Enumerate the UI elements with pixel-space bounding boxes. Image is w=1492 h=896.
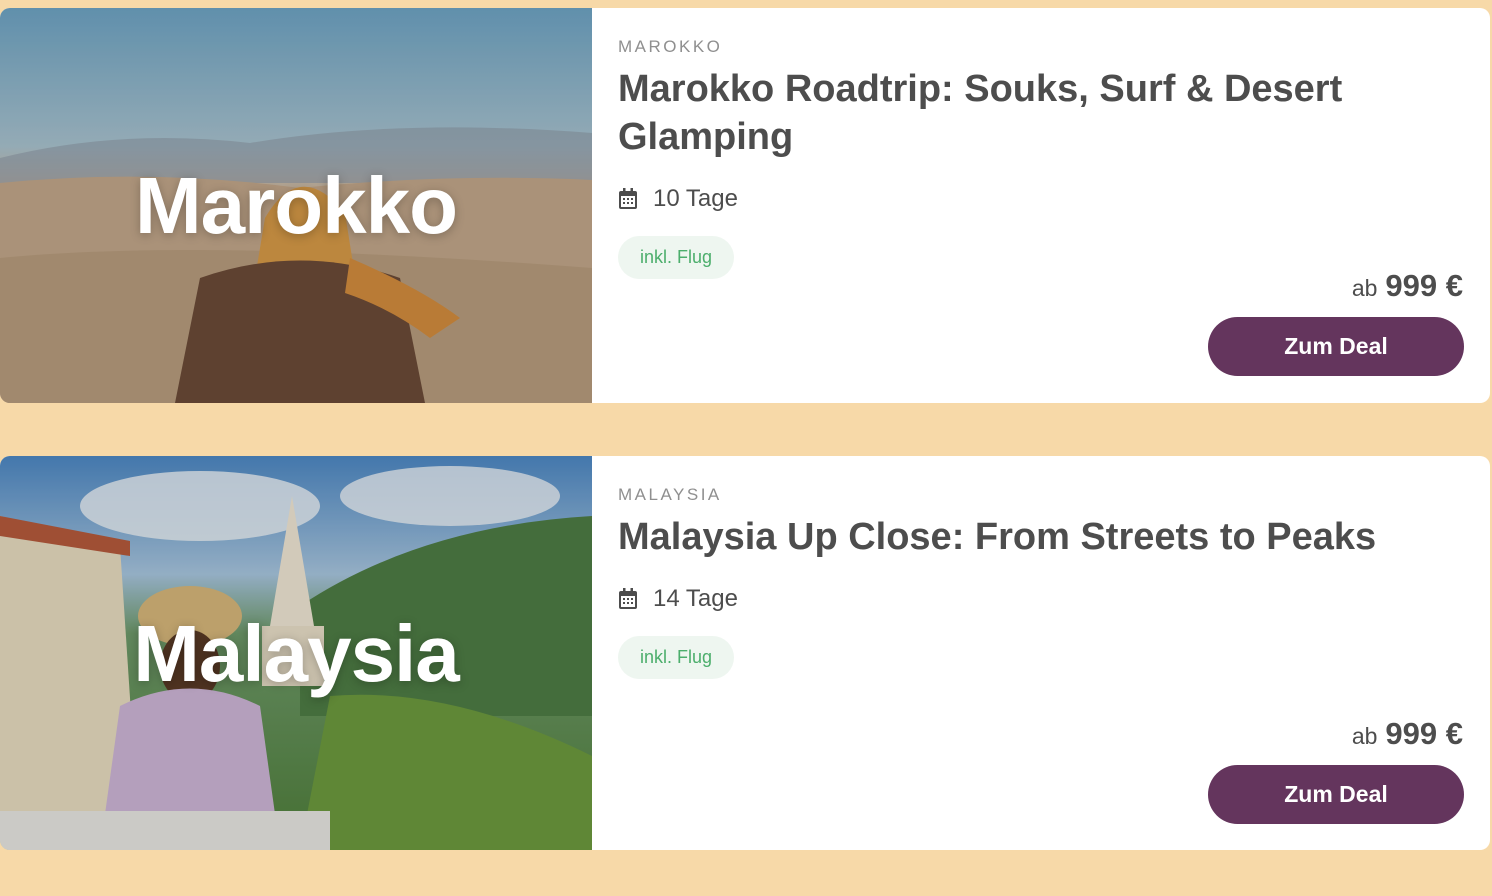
hero-destination-label: Marokko	[135, 161, 458, 250]
deal-button[interactable]: Zum Deal	[1208, 317, 1464, 376]
deal-card[interactable]: Marokko MAROKKO Marokko Roadtrip: Souks,…	[0, 8, 1490, 403]
deal-title[interactable]: Malaysia Up Close: From Streets to Peaks	[618, 513, 1438, 561]
calendar-icon	[619, 588, 637, 609]
deal-price: ab 999 €	[1352, 716, 1463, 752]
deal-button[interactable]: Zum Deal	[1208, 765, 1464, 824]
deal-duration: 10 Tage	[618, 185, 1464, 213]
duration-text: 10 Tage	[653, 185, 738, 212]
hero-destination-label: Malaysia	[133, 609, 460, 698]
flight-included-badge: inkl. Flug	[618, 236, 735, 279]
deal-duration: 14 Tage	[618, 585, 1464, 613]
calendar-icon	[619, 188, 637, 209]
price-prefix: ab	[1351, 723, 1378, 749]
deal-country: MAROKKO	[618, 37, 723, 56]
deal-price: ab 999 €	[1352, 268, 1463, 304]
price-amount: 999 €	[1385, 268, 1463, 303]
price-amount: 999 €	[1385, 716, 1463, 751]
deal-image[interactable]: Marokko	[0, 8, 592, 403]
price-prefix: ab	[1351, 275, 1378, 301]
duration-text: 14 Tage	[653, 585, 738, 612]
flight-included-badge: inkl. Flug	[618, 636, 735, 679]
deal-image[interactable]: Malaysia	[0, 456, 592, 850]
deal-title[interactable]: Marokko Roadtrip: Souks, Surf & Desert G…	[618, 65, 1438, 161]
deal-card[interactable]: Malaysia MALAYSIA Malaysia Up Close: Fro…	[0, 456, 1490, 850]
deal-country: MALAYSIA	[618, 485, 722, 504]
